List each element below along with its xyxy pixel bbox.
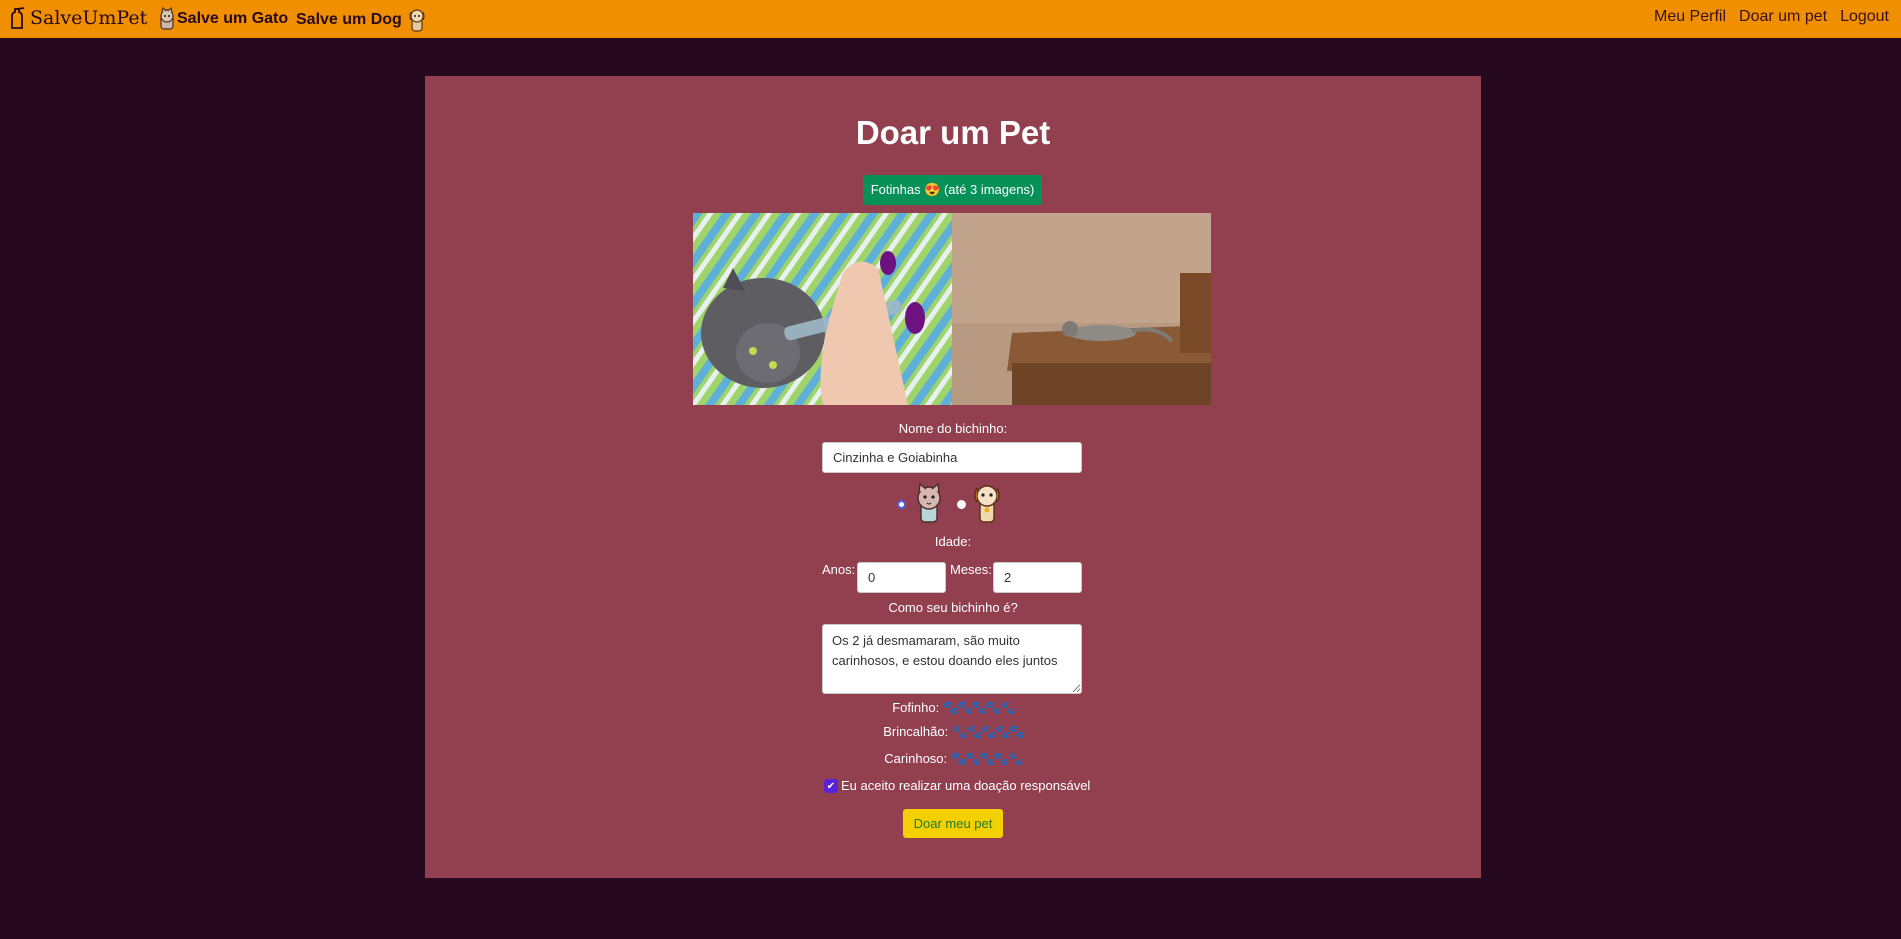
paw-rating-brincalhao[interactable]: 🐾🐾🐾🐾🐾 <box>952 724 1025 739</box>
pet-photo-1 <box>693 213 952 405</box>
page-title: Doar um Pet <box>855 114 1051 151</box>
name-label: Nome do bichinho: <box>898 421 1008 436</box>
nav-right-links: Meu Perfil Doar um pet Logout <box>1654 8 1889 26</box>
trait-label-brincalhao: Brincalhão: <box>883 724 949 739</box>
months-input[interactable]: 2 <box>993 562 1082 593</box>
nav-link-save-dog-label: Salve um Dog <box>296 11 402 28</box>
accept-label: Eu aceito realizar uma doação responsáve… <box>841 778 1091 793</box>
upload-photos-button[interactable]: Fotinhas 😍 (até 3 imagens) <box>863 175 1042 205</box>
donate-form-panel: Doar um Pet Fotinhas 😍 (até 3 imagens) N… <box>425 76 1481 878</box>
trait-row-carinhoso: Carinhoso: 🐾🐾🐾🐾🐾 <box>425 751 1481 767</box>
nav-link-logout[interactable]: Logout <box>1840 8 1889 26</box>
brand-name: SalveUmPet <box>30 7 148 29</box>
description-label: Como seu bichinho é? <box>888 600 1018 615</box>
pet-photo-1-image <box>693 213 952 405</box>
radio-cat[interactable] <box>897 500 906 509</box>
nav-link-save-dog[interactable]: Salve um Dog <box>296 7 428 33</box>
months-label: Meses: <box>950 562 992 577</box>
cat-icon <box>160 7 174 30</box>
cat-choice-icon <box>917 482 941 523</box>
years-label: Anos: <box>822 562 856 577</box>
trait-row-fofinho: Fofinho: 🐾🐾🐾🐾🐾 <box>425 700 1481 716</box>
paw-rating-carinhoso[interactable]: 🐾🐾🐾🐾🐾 <box>951 751 1024 766</box>
nav-link-donate[interactable]: Doar um pet <box>1739 8 1827 26</box>
accept-checkbox[interactable]: ✔ <box>824 779 838 793</box>
pet-name-input[interactable]: Cinzinha e Goiabinha <box>822 442 1082 473</box>
nav-link-profile[interactable]: Meu Perfil <box>1654 8 1726 26</box>
years-input[interactable]: 0 <box>857 562 946 593</box>
paw-rating-fofinho[interactable]: 🐾🐾🐾🐾🐾 <box>943 700 1016 715</box>
brand-logo[interactable]: SalveUmPet <box>8 7 147 29</box>
description-textarea[interactable]: Os 2 já desmamaram, são muito carinhosos… <box>822 624 1082 694</box>
nav-link-save-cat[interactable]: Salve um Gato <box>157 7 288 31</box>
radio-dog[interactable] <box>957 500 966 509</box>
pet-photo-2 <box>952 213 1211 405</box>
top-navbar: SalveUmPet Salve um Gato Salve um Dog Me… <box>0 0 1901 38</box>
dog-choice-icon <box>974 485 1000 523</box>
trait-row-brincalhao: Brincalhão: 🐾🐾🐾🐾🐾 <box>425 724 1481 740</box>
age-label: Idade: <box>934 534 972 549</box>
trait-label-fofinho: Fofinho: <box>892 700 940 715</box>
bottle-icon <box>11 7 25 29</box>
checkmark-icon: ✔ <box>826 780 836 792</box>
dog-icon <box>409 9 425 32</box>
nav-link-save-cat-label: Salve um Gato <box>177 10 289 27</box>
trait-label-carinhoso: Carinhoso: <box>884 751 948 766</box>
pet-photo-2-image <box>952 213 1211 405</box>
submit-donation-button[interactable]: Doar meu pet <box>903 809 1003 838</box>
